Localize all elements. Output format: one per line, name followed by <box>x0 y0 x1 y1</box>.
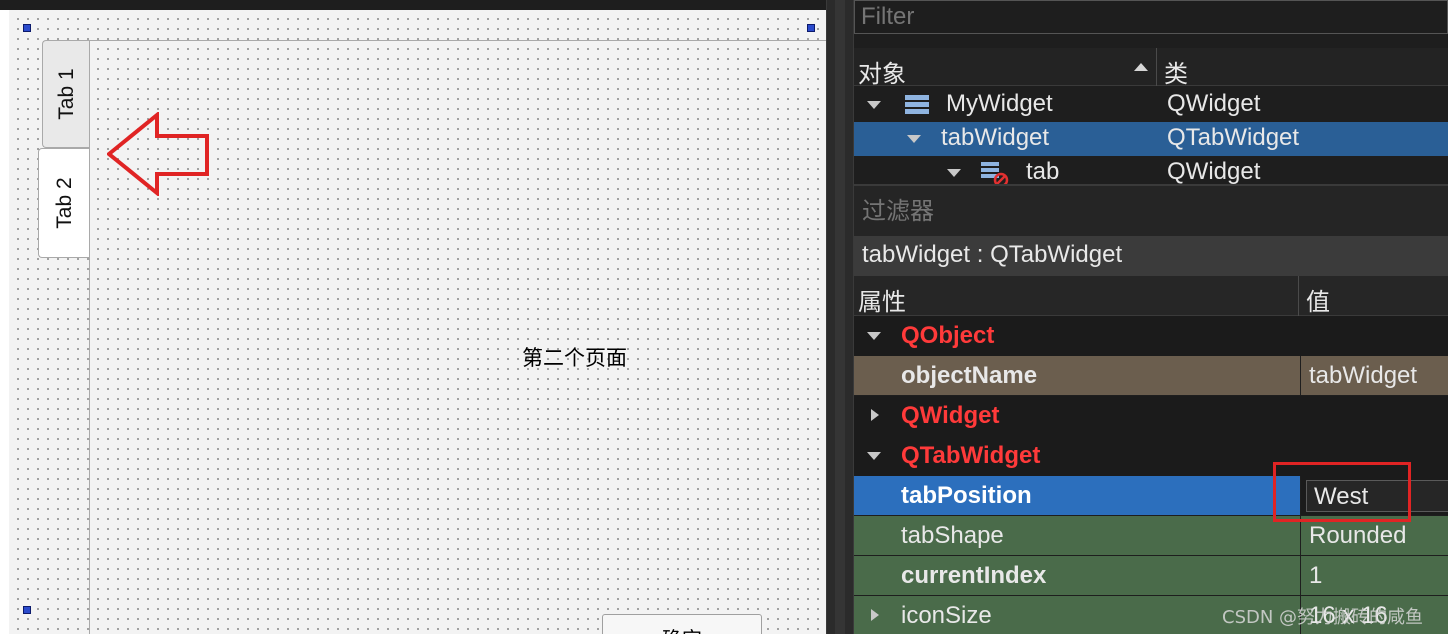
tree-row-class: QWidget <box>1167 158 1261 185</box>
layout-icon <box>904 94 930 116</box>
page-label: 第二个页面 <box>522 346 627 370</box>
object-class-text: tabWidget : QTabWidget <box>862 241 1123 268</box>
property-name-cell[interactable]: tabShape <box>854 516 1300 555</box>
property-name: objectName <box>901 362 1038 389</box>
property-tabshape[interactable]: tabShape Rounded <box>854 516 1448 556</box>
tree-row-mywidget[interactable]: MyWidget QWidget <box>854 88 1448 122</box>
column-divider <box>1298 276 1299 316</box>
canvas-top-strip <box>0 0 826 10</box>
object-tree-header[interactable]: 对象 类 <box>854 48 1448 89</box>
property-value: Rounded <box>1309 522 1407 549</box>
tab-1[interactable]: Tab 1 <box>42 40 90 148</box>
tree-row-class: QTabWidget <box>1167 124 1300 151</box>
tree-row-tabwidget[interactable]: tabWidget QTabWidget <box>854 122 1448 156</box>
property-filter-input[interactable] <box>854 186 1448 236</box>
property-name: iconSize <box>901 602 992 629</box>
highlight-annotation-box <box>1273 462 1411 522</box>
expand-arrow-icon[interactable] <box>907 135 921 143</box>
expand-arrow-icon[interactable] <box>871 409 879 421</box>
column-value[interactable]: 值 <box>1306 282 1330 317</box>
column-object[interactable]: 对象 <box>858 54 906 89</box>
column-divider <box>1156 48 1157 86</box>
panel-splitter[interactable] <box>826 0 854 634</box>
right-dock: 对象 类 MyWidget QWidget tabWidget QTabWidg… <box>854 0 1448 634</box>
property-name-cell[interactable]: tabPosition <box>854 476 1300 515</box>
column-class[interactable]: 类 <box>1164 54 1188 89</box>
tree-row-name: tab <box>1026 158 1060 185</box>
property-name-cell[interactable]: currentIndex <box>854 556 1300 595</box>
property-name: tabShape <box>901 522 1004 549</box>
designer-canvas[interactable]: Tab 1 Tab 2 第二个页面 确定 <box>0 0 826 634</box>
property-value: 1 <box>1309 562 1323 589</box>
tab-1-label: Tab 1 <box>54 68 78 120</box>
property-objectname[interactable]: objectName tabWidget <box>854 356 1448 396</box>
group-label: QWidget <box>901 402 1000 429</box>
ok-button[interactable]: 确定 <box>602 614 762 634</box>
splitter-grip[interactable] <box>835 0 845 634</box>
object-class-label: tabWidget : QTabWidget <box>854 236 1448 276</box>
object-filter-input[interactable] <box>855 1 1447 33</box>
property-value: tabWidget <box>1309 362 1418 389</box>
column-property[interactable]: 属性 <box>858 282 906 317</box>
property-table-header[interactable]: 属性 值 <box>854 276 1448 316</box>
left-arrow-annotation-icon <box>107 112 209 196</box>
form-grid[interactable]: Tab 1 Tab 2 <box>9 10 826 634</box>
object-filter-box[interactable] <box>854 0 1448 34</box>
tab-2[interactable]: Tab 2 <box>38 148 90 258</box>
property-name-cell[interactable]: objectName <box>854 356 1300 395</box>
property-value-cell[interactable]: tabWidget <box>1301 356 1448 395</box>
property-name: currentIndex <box>901 562 1047 589</box>
sort-ascending-icon <box>1134 63 1148 71</box>
group-label: QObject <box>901 322 995 349</box>
tree-row-name: tabWidget <box>941 124 1050 151</box>
group-qwidget[interactable]: QWidget <box>854 396 1448 436</box>
expand-arrow-icon[interactable] <box>947 169 961 177</box>
tree-row-class: QWidget <box>1167 90 1261 117</box>
tree-row-name: MyWidget <box>946 90 1053 117</box>
property-name: tabPosition <box>901 482 1032 509</box>
expand-arrow-icon[interactable] <box>871 609 879 621</box>
property-filter-box[interactable] <box>854 186 1448 236</box>
property-currentindex[interactable]: currentIndex 1 <box>854 556 1448 596</box>
expand-arrow-icon[interactable] <box>867 101 881 109</box>
collapse-arrow-icon[interactable] <box>867 452 881 460</box>
group-label: QTabWidget <box>901 442 1041 469</box>
collapse-arrow-icon[interactable] <box>867 332 881 340</box>
property-value-cell[interactable]: 1 <box>1301 556 1448 595</box>
group-qobject[interactable]: QObject <box>854 316 1448 356</box>
watermark: CSDN @努力搬砖的咸鱼 <box>1222 607 1424 628</box>
tab-2-label: Tab 2 <box>52 177 76 229</box>
